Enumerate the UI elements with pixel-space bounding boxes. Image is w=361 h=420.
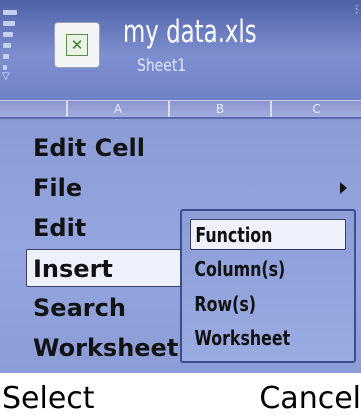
menu-item-file[interactable]: File — [26, 169, 196, 207]
antenna-icon: ▽ — [2, 71, 10, 82]
menu-item-edit-cell[interactable]: Edit Cell — [26, 129, 196, 167]
right-softkey-cancel[interactable]: Cancel — [259, 381, 361, 417]
submenu-item-label: Worksheet — [194, 326, 291, 350]
submenu-item-label: Function — [195, 223, 273, 247]
excel-document-icon: ✕ — [54, 22, 100, 68]
submenu-item-rows[interactable]: Row(s) — [190, 289, 346, 320]
column-header-b: B — [168, 101, 270, 118]
left-softkey-select[interactable]: Select — [2, 381, 95, 417]
menu-item-insert[interactable]: Insert — [26, 249, 202, 287]
menu-item-edit[interactable]: Edit — [26, 209, 196, 247]
submenu-item-function[interactable]: Function — [190, 219, 346, 250]
submenu-item-worksheet[interactable]: Worksheet — [190, 323, 346, 354]
submenu-item-columns[interactable]: Column(s) — [190, 254, 346, 285]
menu-item-search[interactable]: Search — [26, 289, 196, 327]
submenu-item-label: Column(s) — [194, 257, 286, 281]
sheet-title: Sheet1 — [137, 56, 187, 76]
menu-item-worksheet[interactable]: Worksheet — [26, 329, 180, 367]
insert-submenu: Function Column(s) Row(s) Worksheet — [180, 209, 356, 363]
file-title: my data.xls — [123, 14, 257, 50]
battery-icon: ⫶ — [354, 3, 358, 17]
column-header-a: A — [66, 101, 168, 118]
softkey-bar: Select Cancel — [0, 373, 361, 420]
submenu-item-label: Row(s) — [194, 292, 256, 316]
column-header-c: C — [270, 101, 361, 118]
column-header: A B C — [0, 100, 361, 118]
title-bar: ▽ ✕ my data.xls Sheet1 ⫶ — [0, 0, 361, 100]
submenu-arrow-icon — [340, 182, 347, 194]
signal-strength-icon — [3, 4, 17, 74]
